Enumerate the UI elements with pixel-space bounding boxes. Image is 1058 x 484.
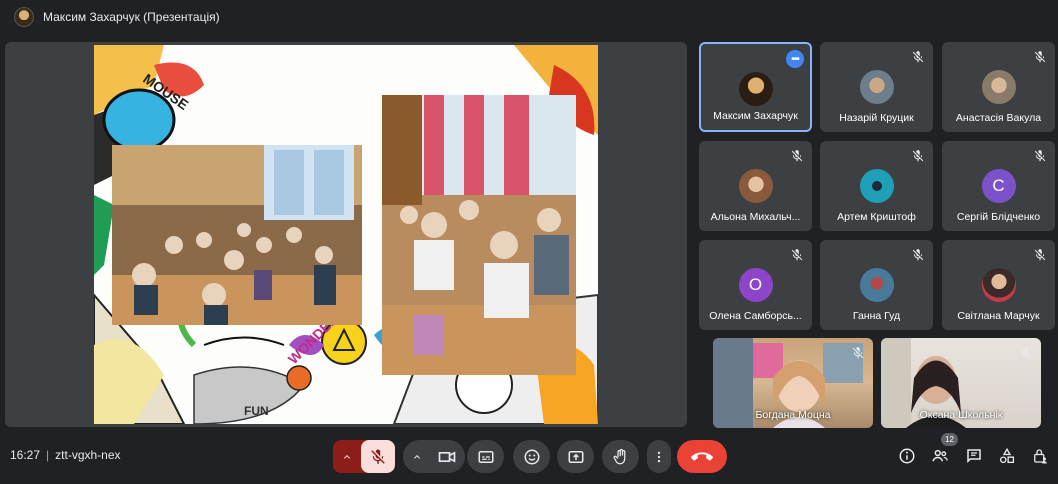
activities-button[interactable] [997, 446, 1017, 466]
present-to-all-icon [568, 450, 583, 463]
videocam-icon [438, 450, 456, 463]
participant-avatar [738, 169, 773, 203]
participant-name: Максим Захарчук [713, 110, 798, 122]
raise-hand-button[interactable] [602, 440, 639, 473]
participant-avatar: С [981, 169, 1016, 203]
shapes-icon [999, 447, 1015, 464]
presentation-title: Максим Захарчук (Презентація) [43, 10, 220, 24]
participant-name: Альона Михальч... [710, 211, 801, 223]
participant-name: Артем Криштоф [837, 211, 916, 223]
mic-off-icon [1020, 347, 1032, 359]
participant-tile[interactable]: Світлана Марчук [942, 240, 1055, 330]
mic-toggle-button[interactable] [361, 440, 395, 473]
top-bar: Максим Захарчук (Презентація) [0, 0, 1058, 34]
mic-off-icon [791, 249, 803, 261]
mic-off-icon [1034, 249, 1046, 261]
mic-options-chevron-icon[interactable] [333, 440, 361, 473]
participant-avatar [981, 70, 1016, 104]
people-icon [932, 449, 948, 462]
more-vert-icon [657, 451, 661, 462]
presenter-avatar [14, 7, 34, 27]
participant-name: Сергій Блідченко [956, 211, 1041, 223]
participant-avatar [738, 72, 773, 106]
classroom-photo-right [382, 95, 576, 375]
slide-text-fun: FUN [244, 404, 269, 418]
emoji-icon [524, 449, 539, 464]
participant-avatar [859, 268, 894, 302]
participant-tile[interactable]: Артем Криштоф [820, 141, 933, 231]
classroom-photo-left [112, 145, 362, 325]
mic-off-icon [371, 449, 385, 464]
mic-off-icon [912, 150, 924, 162]
mic-control-group [333, 440, 395, 473]
participant-tile-self[interactable]: ••• Максим Захарчук [699, 42, 812, 132]
chat-icon [967, 449, 981, 464]
host-controls-button[interactable] [1030, 446, 1050, 466]
lock-person-icon [1034, 449, 1047, 464]
camera-control-group [403, 440, 465, 473]
meet-window: Максим Захарчук (Презентація) MOUSE FUN … [0, 0, 1058, 484]
participant-avatar [859, 70, 894, 104]
more-options-icon[interactable]: ••• [786, 50, 804, 68]
mic-off-icon [852, 347, 864, 359]
mic-off-icon [791, 150, 803, 162]
participant-name: Олена Самборсь... [709, 310, 802, 322]
mic-off-icon [1034, 51, 1046, 63]
people-button[interactable] [930, 446, 950, 466]
info-icon [899, 448, 915, 464]
camera-options-chevron-icon[interactable] [405, 440, 429, 473]
presentation-stage[interactable]: MOUSE FUN WONDER [5, 42, 687, 427]
participant-name: Ганна Гуд [852, 310, 901, 322]
participant-name: Анастасія Вакула [955, 112, 1042, 124]
meeting-details-button[interactable] [897, 446, 917, 466]
video-tile[interactable]: Оксана Школьнік [881, 338, 1041, 428]
participant-name: Богдана Моцна [755, 409, 831, 421]
closed-captions-icon [478, 450, 493, 463]
meeting-code: ztt-vgxh-nex [55, 448, 121, 462]
participant-name: Назарій Круцик [839, 112, 914, 124]
participant-tile[interactable]: Анастасія Вакула [942, 42, 1055, 132]
participant-tile[interactable]: Альона Михальч... [699, 141, 812, 231]
present-screen-button[interactable] [557, 440, 594, 473]
mic-off-icon [912, 249, 924, 261]
reactions-button[interactable] [513, 440, 550, 473]
participant-name: Світлана Марчук [957, 310, 1040, 322]
mic-off-icon [1034, 150, 1046, 162]
mic-off-icon [912, 51, 924, 63]
participant-avatar: О [738, 268, 773, 302]
participant-avatar [859, 169, 894, 203]
presentation-slide: MOUSE FUN WONDER [94, 45, 598, 424]
captions-button[interactable] [467, 440, 504, 473]
participant-avatar [981, 268, 1016, 302]
participant-tile[interactable]: О Олена Самборсь... [699, 240, 812, 330]
chat-button[interactable] [964, 446, 984, 466]
participant-tile[interactable]: Ганна Гуд [820, 240, 933, 330]
call-end-icon [691, 451, 713, 461]
meeting-info: 16:27 | ztt-vgxh-nex [10, 448, 121, 462]
video-tile[interactable]: Богдана Моцна [713, 338, 873, 428]
bottom-toolbar: 16:27 | ztt-vgxh-nex [0, 430, 1058, 484]
clock-time: 16:27 [10, 448, 41, 462]
more-options-button[interactable] [647, 440, 671, 473]
participant-name: Оксана Школьнік [919, 409, 1003, 421]
participant-tile[interactable]: Назарій Круцик [820, 42, 933, 132]
participants-count-badge: 12 [941, 433, 958, 446]
camera-toggle-button[interactable] [429, 440, 465, 473]
leave-call-button[interactable] [677, 440, 727, 473]
participant-tile[interactable]: С Сергій Блідченко [942, 141, 1055, 231]
hand-icon [613, 448, 625, 464]
